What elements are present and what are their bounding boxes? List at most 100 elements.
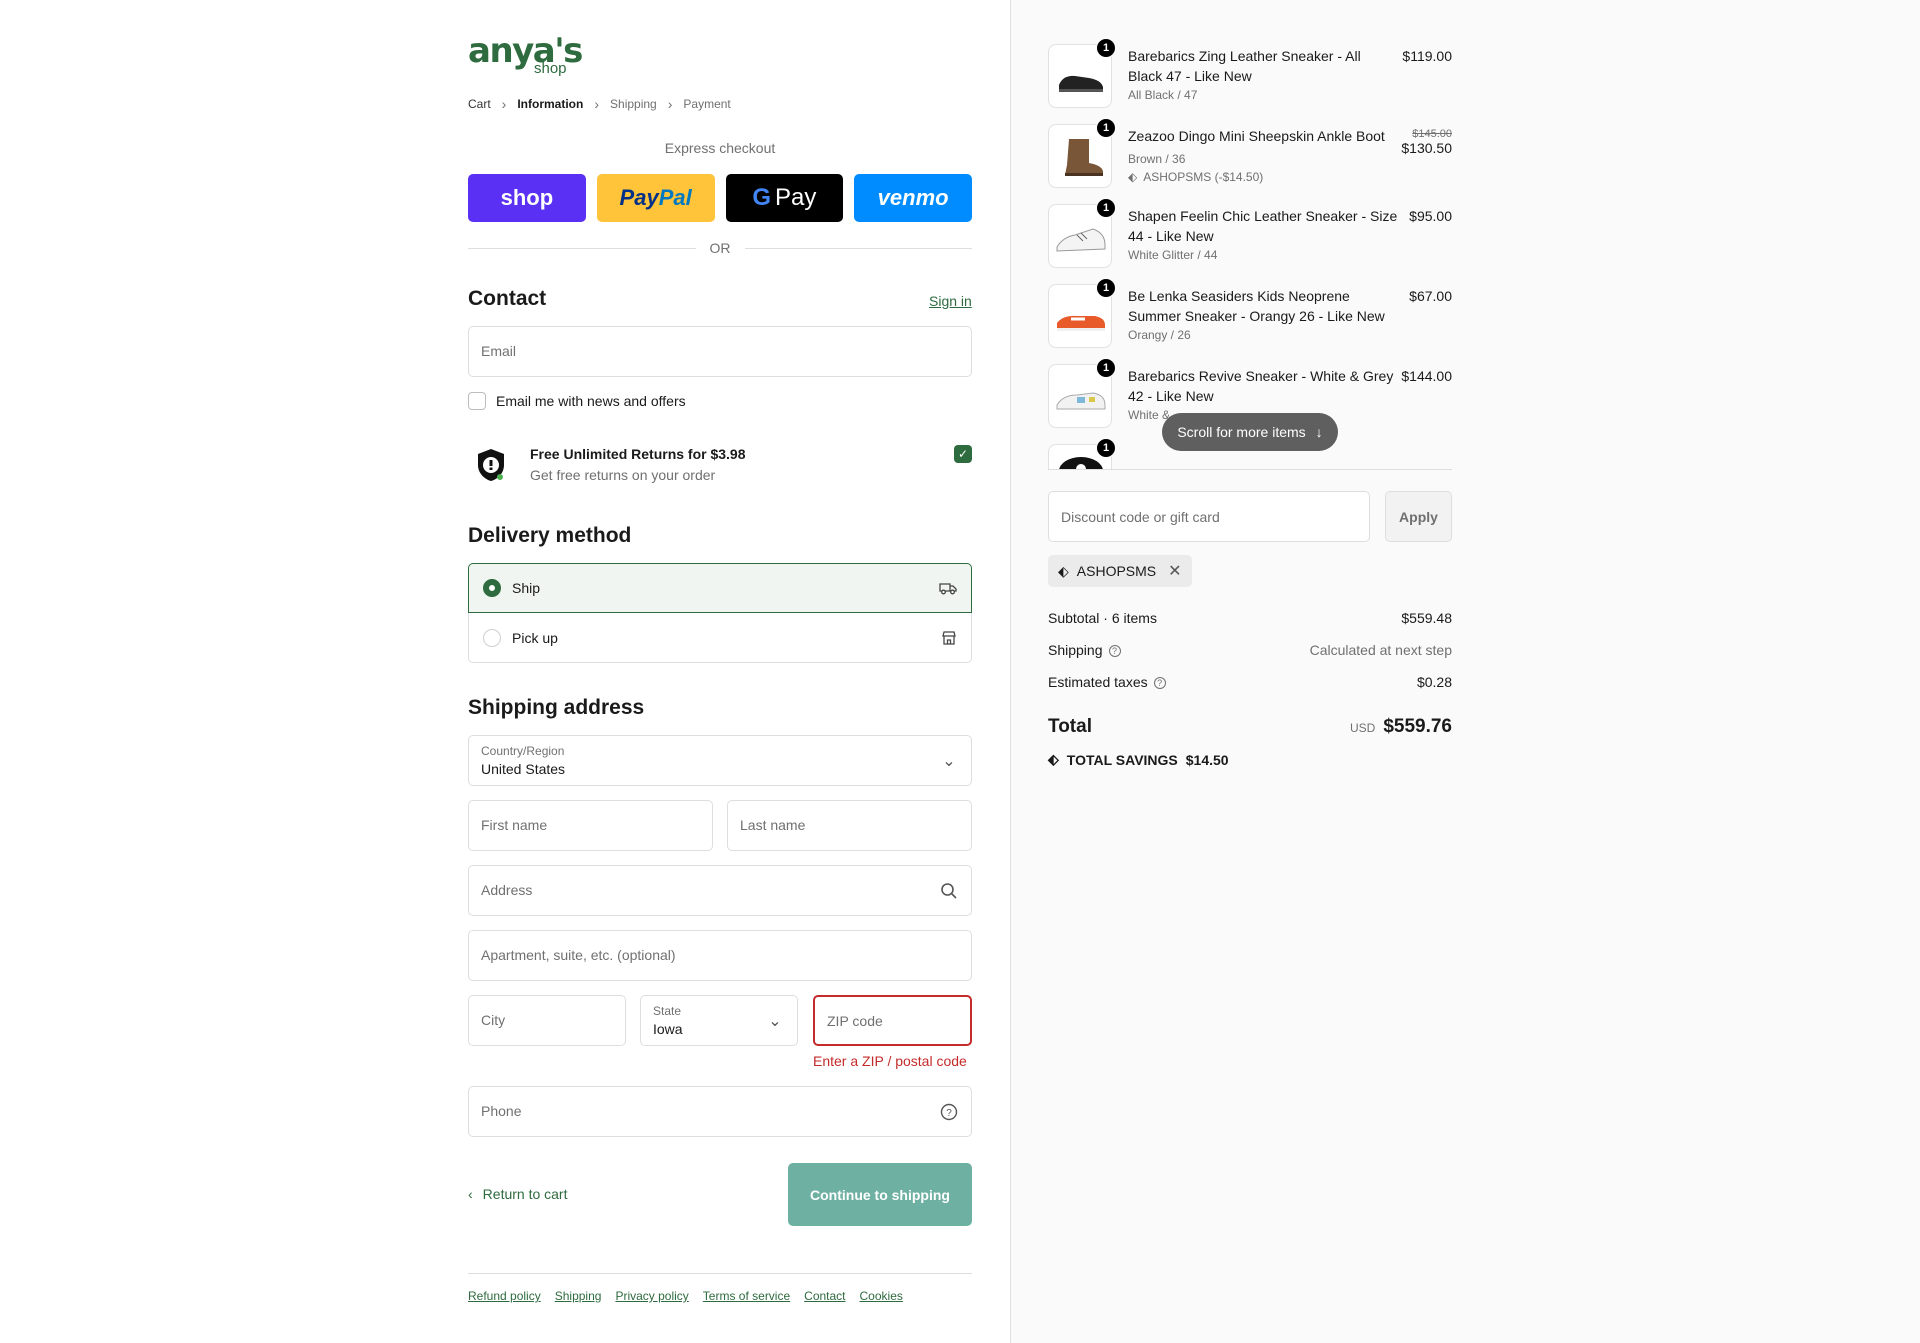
checkout-form-panel: anya's shop Cart › Information › Shippin…	[0, 0, 1010, 1343]
city-field[interactable]: City	[468, 995, 626, 1046]
chevron-left-icon: ‹	[468, 1186, 473, 1202]
help-icon[interactable]: ?	[1153, 677, 1166, 690]
state-label: State	[653, 1004, 682, 1018]
item-price: $67.00	[1409, 288, 1452, 304]
summary-divider	[1048, 469, 1452, 470]
first-name-field[interactable]: First name	[468, 800, 713, 851]
cart-items-list[interactable]: 1 Barebarics Zing Leather Sneaker - All …	[1048, 38, 1452, 470]
delivery-option-pickup[interactable]: Pick up	[468, 613, 972, 663]
store-logo[interactable]: anya's shop	[468, 34, 583, 77]
discount-code-field[interactable]: Discount code or gift card	[1048, 491, 1370, 542]
return-to-cart-label: Return to cart	[482, 1186, 568, 1202]
sign-in-link[interactable]: Sign in	[929, 293, 972, 309]
logo-sub: shop	[534, 60, 567, 77]
item-variant: Brown / 36	[1128, 152, 1186, 166]
check-icon: ✓	[957, 447, 969, 461]
quantity-badge: 1	[1096, 118, 1116, 138]
subtotal-value: $559.48	[1401, 610, 1452, 626]
breadcrumb-information: Information	[517, 97, 584, 111]
last-name-placeholder: Last name	[740, 817, 806, 833]
or-divider: OR	[468, 240, 972, 256]
chevron-right-icon: ›	[594, 96, 600, 112]
apply-discount-button[interactable]: Apply	[1385, 491, 1452, 542]
phone-field[interactable]: Phone ?	[468, 1086, 972, 1137]
tag-icon: ⬖	[1058, 562, 1069, 579]
savings-value: $14.50	[1185, 751, 1229, 768]
last-name-field[interactable]: Last name	[727, 800, 972, 851]
zip-placeholder: ZIP code	[827, 1013, 883, 1029]
footer-divider	[468, 1273, 972, 1274]
country-select[interactable]: Country/Region United States ⌄	[468, 735, 972, 786]
help-icon[interactable]: ?	[939, 1102, 959, 1122]
shipping-value: Calculated at next step	[1309, 642, 1452, 658]
country-value: United States	[481, 761, 566, 777]
item-discount: ⬖ ASHOPSMS (-$14.50)	[1128, 170, 1263, 184]
zip-field[interactable]: ZIP code	[813, 995, 972, 1046]
google-pay-button[interactable]: G Pay	[725, 174, 844, 222]
quantity-badge: 1	[1096, 278, 1116, 298]
country-label: Country/Region	[481, 744, 565, 758]
quantity-badge: 1	[1096, 38, 1116, 58]
state-select[interactable]: State Iowa ⌄	[640, 995, 798, 1046]
total-savings: ⬖ TOTAL SAVINGS $14.50	[1048, 751, 1229, 768]
item-name: Be Lenka Seasiders Kids Neoprene Summer …	[1128, 288, 1385, 324]
shipping-label: Shipping	[1048, 642, 1103, 658]
return-to-cart-link[interactable]: ‹ Return to cart	[468, 1186, 568, 1202]
apartment-field[interactable]: Apartment, suite, etc. (optional)	[468, 930, 972, 981]
store-icon	[942, 630, 956, 645]
newsletter-checkbox[interactable]	[468, 392, 486, 410]
chevron-down-icon: ⌄	[942, 753, 956, 770]
divider-line	[744, 247, 972, 249]
item-name: Barebarics Zing Leather Sneaker - All Bl…	[1128, 48, 1361, 84]
venmo-label: venmo	[877, 185, 949, 210]
subtotal-label: Subtotal · 6 items	[1048, 610, 1157, 626]
returns-checkbox[interactable]: ✓	[954, 445, 972, 463]
google-g-icon: G	[752, 184, 772, 211]
taxes-value: $0.28	[1416, 674, 1452, 690]
pickup-radio[interactable]	[483, 628, 501, 647]
terms-of-service-link[interactable]: Terms of service	[703, 1289, 790, 1303]
item-name: Zeazoo Dingo Mini Sheepskin Ankle Boot	[1128, 128, 1385, 144]
total-value: $559.76	[1383, 716, 1452, 737]
shipping-policy-link[interactable]: Shipping	[555, 1289, 602, 1303]
delivery-option-ship[interactable]: Ship	[468, 563, 972, 613]
venmo-button[interactable]: venmo	[854, 174, 972, 222]
scroll-hint-label: Scroll for more items	[1177, 424, 1306, 440]
zip-error-message: Enter a ZIP / postal code	[813, 1053, 967, 1069]
discount-placeholder: Discount code or gift card	[1061, 509, 1220, 525]
tag-icon: ⬖	[1048, 751, 1059, 767]
phone-placeholder: Phone	[481, 1103, 522, 1119]
quantity-badge: 1	[1096, 358, 1116, 378]
cart-item: 1 Barebarics Zing Leather Sneaker - All …	[1048, 38, 1452, 118]
contact-link[interactable]: Contact	[804, 1289, 845, 1303]
shop-pay-button[interactable]: shop	[468, 174, 586, 222]
pickup-label: Pick up	[512, 629, 558, 646]
ship-radio[interactable]	[483, 579, 501, 597]
scroll-for-more-button[interactable]: Scroll for more items ↓	[1162, 413, 1338, 451]
cookies-link[interactable]: Cookies	[860, 1289, 903, 1303]
google-pay-label: Pay	[775, 184, 817, 211]
truck-icon	[939, 583, 957, 595]
breadcrumb-cart[interactable]: Cart	[468, 97, 491, 111]
privacy-policy-link[interactable]: Privacy policy	[615, 1289, 688, 1303]
taxes-row: Estimated taxes? $0.28	[1048, 674, 1452, 690]
refund-policy-link[interactable]: Refund policy	[468, 1289, 541, 1303]
address-field[interactable]: Address	[468, 865, 972, 916]
free-returns-offer: Free Unlimited Returns for $3.98 Get fre…	[468, 444, 972, 494]
newsletter-checkbox-row[interactable]: Email me with news and offers	[468, 392, 686, 410]
remove-discount-icon[interactable]: ✕	[1168, 561, 1181, 581]
search-icon	[941, 883, 957, 899]
item-name: Barebarics Revive Sneaker - White & Grey…	[1128, 368, 1394, 404]
express-checkout-title: Express checkout	[664, 140, 776, 156]
paypal-button[interactable]: Pay Pal	[596, 174, 715, 222]
breadcrumb-shipping: Shipping	[610, 97, 657, 111]
total-label: Total	[1048, 716, 1092, 737]
savings-label: TOTAL SAVINGS	[1066, 751, 1178, 768]
continue-to-shipping-button[interactable]: Continue to shipping	[788, 1163, 972, 1226]
cart-item: 1 Shapen Feelin Chic Leather Sneaker - S…	[1048, 198, 1452, 278]
email-field[interactable]: Email	[468, 326, 972, 377]
paypal-label-b: Pal	[658, 185, 692, 210]
help-icon[interactable]: ?	[1108, 645, 1121, 658]
city-placeholder: City	[481, 1012, 506, 1028]
quantity-badge: 1	[1096, 198, 1116, 218]
